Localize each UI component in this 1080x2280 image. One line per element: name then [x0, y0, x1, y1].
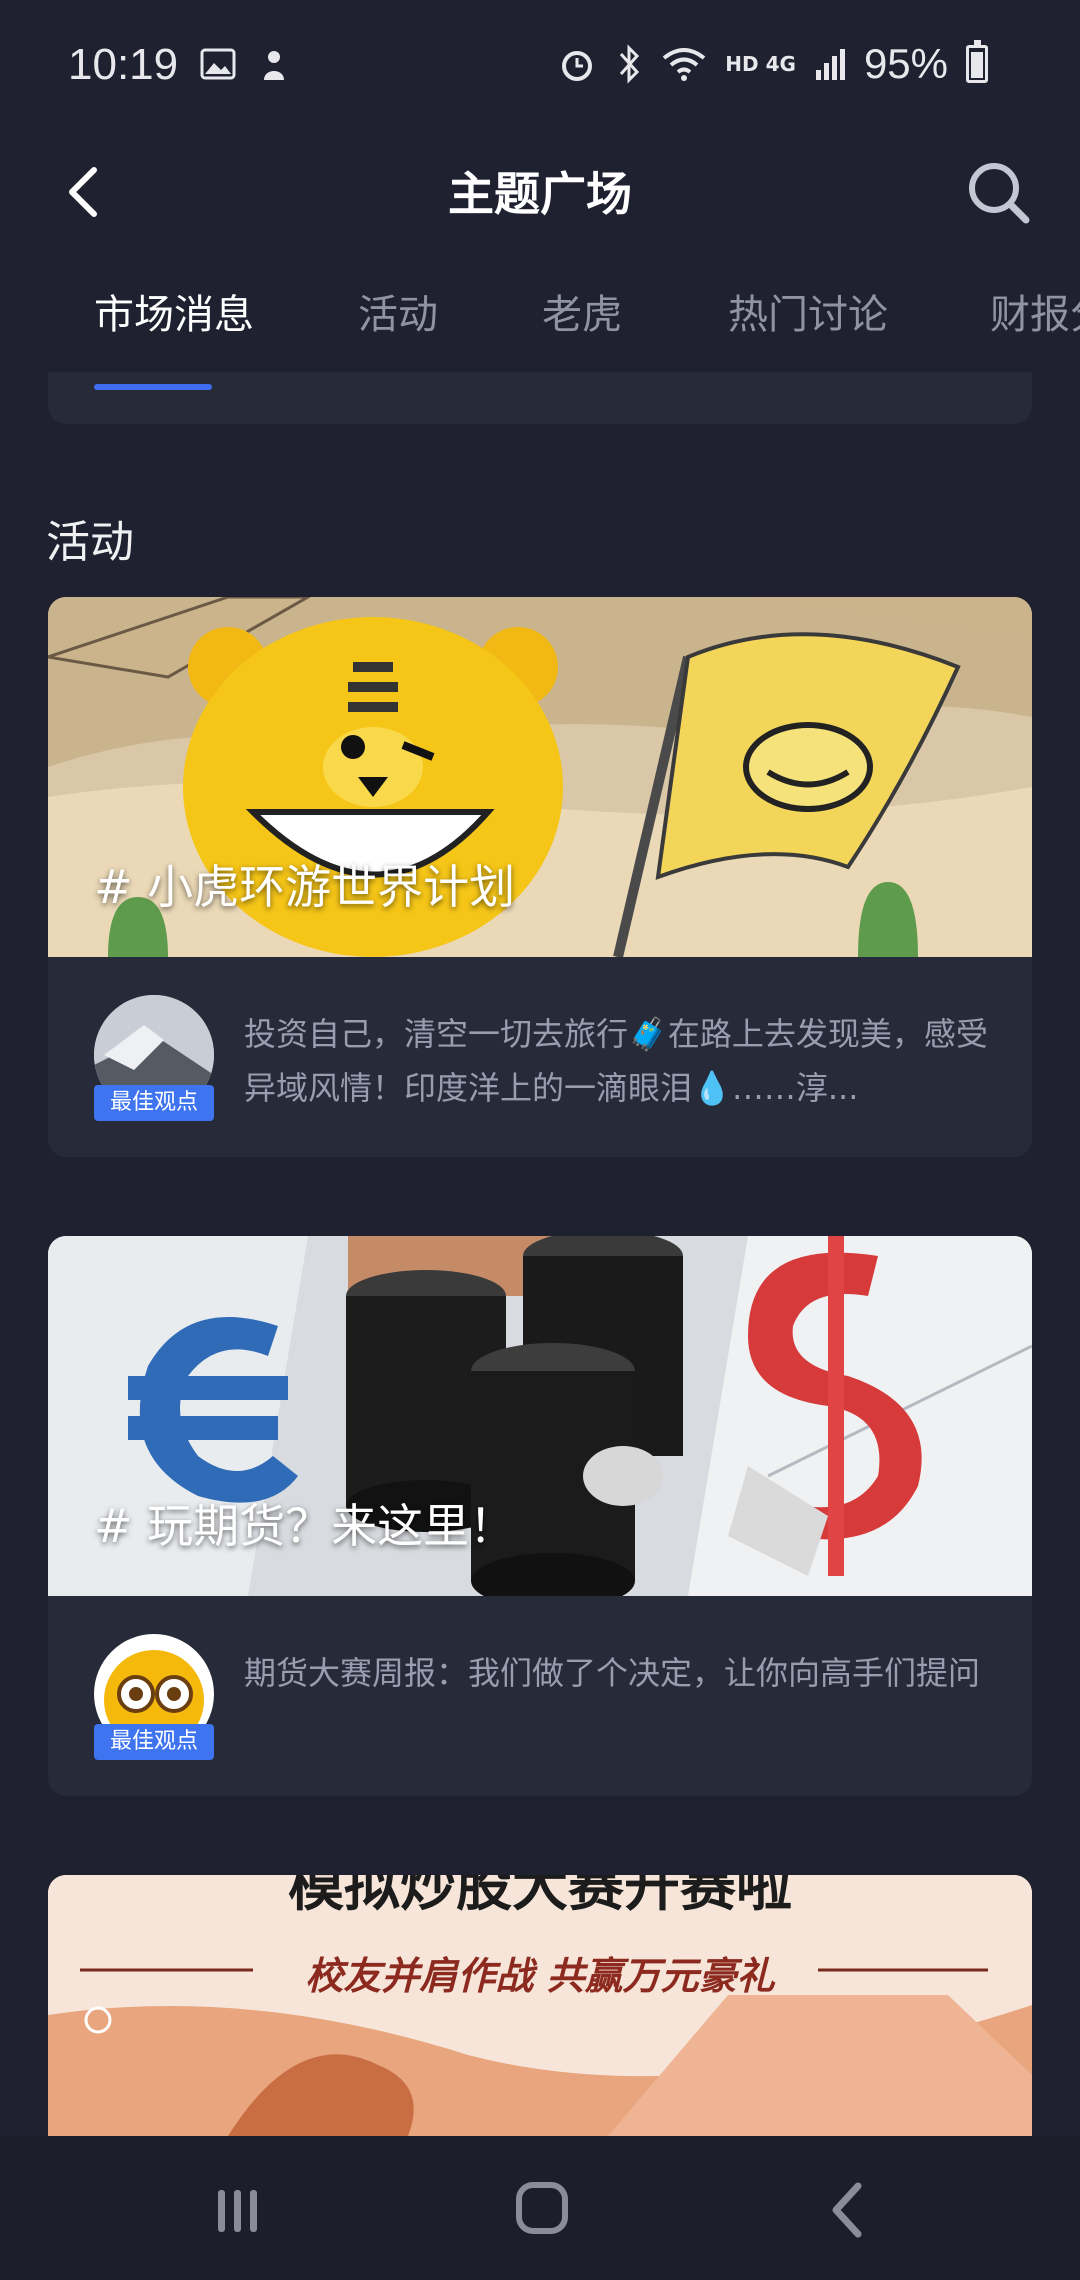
- topic-image[interactable]: 模拟炒股大赛开赛啦 校友并肩作战 共赢万元豪礼: [48, 1875, 1032, 2136]
- home-icon[interactable]: [514, 2180, 570, 2236]
- best-view-badge: 最佳观点: [94, 1085, 214, 1121]
- notification-icons: [200, 48, 290, 82]
- wifi-icon: [663, 48, 706, 81]
- recent-apps-icon[interactable]: [212, 2186, 264, 2236]
- section-title: 活动: [46, 517, 134, 568]
- bluetooth-icon: [620, 44, 640, 84]
- banner-title: 模拟炒股大赛开赛啦: [288, 1875, 792, 1919]
- app-header: 主题广场: [0, 140, 1080, 290]
- battery-icon: [966, 40, 988, 83]
- best-post-preview[interactable]: 最佳观点 投资自己，清空一切去旅行🧳在路上去发现美，感受异域风情！印度洋上的一滴…: [48, 957, 1032, 1157]
- search-icon[interactable]: [960, 154, 1036, 230]
- system-navigation-bar: [0, 2136, 1080, 2280]
- previous-card[interactable]: [48, 372, 1032, 424]
- topic-image[interactable]: # 小虎环游世界计划: [48, 597, 1032, 957]
- system-icons: HD 4G 95%: [557, 40, 988, 88]
- topic-card[interactable]: # 小虎环游世界计划 最佳观点 投资自己，清空一切去旅行🧳在路上去发现美，感受异…: [48, 597, 1032, 1157]
- topic-card[interactable]: 模拟炒股大赛开赛啦 校友并肩作战 共赢万元豪礼: [48, 1875, 1032, 2136]
- system-back-icon[interactable]: [826, 2180, 870, 2240]
- topic-hashtag: # 小虎环游世界计划: [94, 860, 516, 914]
- status-bar: 10:19 HD 4G 95%: [0, 0, 1080, 140]
- page-title: 主题广场: [448, 167, 632, 221]
- gallery-icon: [200, 48, 236, 80]
- tab-hot-discussion[interactable]: 热门讨论: [728, 282, 888, 340]
- topic-hashtag: # 玩期货？来这里！: [94, 1499, 516, 1553]
- status-time: 10:19: [68, 40, 179, 89]
- topic-card[interactable]: # 玩期货？来这里！ 最佳观点 期货大赛周报：我们做了个决定，让你向高手们提问: [48, 1236, 1032, 1796]
- tab-market-news[interactable]: 市场消息: [94, 282, 254, 340]
- battery-percent: 95%: [863, 40, 948, 87]
- topic-tabs: 市场消息 活动 老虎 热门讨论 财报分: [0, 282, 1080, 362]
- banner-subtitle: 校友并肩作战 共赢万元豪礼: [305, 1954, 775, 1998]
- tab-tiger[interactable]: 老虎: [542, 282, 622, 340]
- app-notification-icon: [264, 51, 284, 80]
- best-view-badge: 最佳观点: [94, 1724, 214, 1760]
- post-excerpt: 期货大赛周报：我们做了个决定，让你向高手们提问: [244, 1654, 981, 1692]
- alarm-icon: [562, 51, 593, 81]
- best-post-preview[interactable]: 最佳观点 期货大赛周报：我们做了个决定，让你向高手们提问: [48, 1596, 1032, 1796]
- tab-earnings[interactable]: 财报分: [990, 282, 1080, 340]
- post-excerpt: 投资自己，清空一切去旅行🧳在路上去发现美，感受异域风情！印度洋上的一滴眼泪💧………: [244, 1015, 988, 1107]
- network-type: HD 4G: [725, 52, 796, 76]
- topic-image[interactable]: # 玩期货？来这里！: [48, 1236, 1032, 1596]
- tab-events[interactable]: 活动: [358, 282, 438, 340]
- signal-icon: [815, 49, 845, 80]
- tab-indicator: [94, 384, 212, 390]
